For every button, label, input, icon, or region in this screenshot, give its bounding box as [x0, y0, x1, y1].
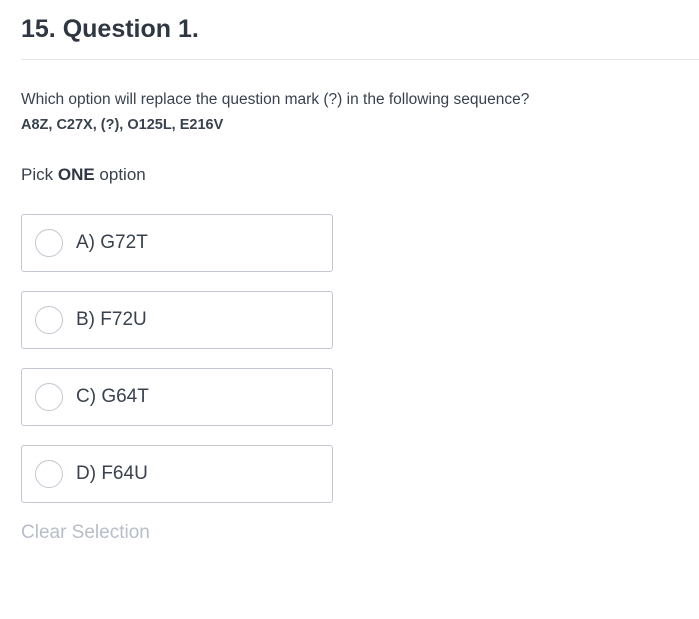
radio-button-a[interactable]	[35, 229, 63, 257]
option-b[interactable]: B) F72U	[21, 291, 333, 349]
question-sequence: A8Z, C27X, (?), O125L, E216V	[21, 117, 224, 133]
option-label: D) F64U	[76, 463, 148, 484]
option-label: B) F72U	[76, 309, 147, 330]
pick-suffix: option	[94, 165, 146, 184]
radio-button-b[interactable]	[35, 306, 63, 334]
pick-emphasis: ONE	[57, 165, 95, 184]
option-c[interactable]: C) G64T	[21, 368, 333, 426]
options-list: A) G72T B) F72U C) G64T D) F64U	[21, 214, 333, 522]
radio-button-d[interactable]	[35, 460, 63, 488]
pick-instruction: Pick ONE option	[21, 165, 146, 185]
pick-prefix: Pick	[21, 165, 58, 184]
question-page: 15. Question 1. Which option will replac…	[0, 0, 699, 619]
option-d[interactable]: D) F64U	[21, 445, 333, 503]
clear-selection-link[interactable]: Clear Selection	[21, 522, 150, 544]
option-label: C) G64T	[76, 386, 149, 407]
question-header: 15. Question 1.	[21, 12, 699, 60]
radio-button-c[interactable]	[35, 383, 63, 411]
option-a[interactable]: A) G72T	[21, 214, 333, 272]
question-text: Which option will replace the question m…	[21, 91, 530, 108]
option-label: A) G72T	[76, 232, 148, 253]
question-title: 15. Question 1.	[21, 15, 199, 43]
